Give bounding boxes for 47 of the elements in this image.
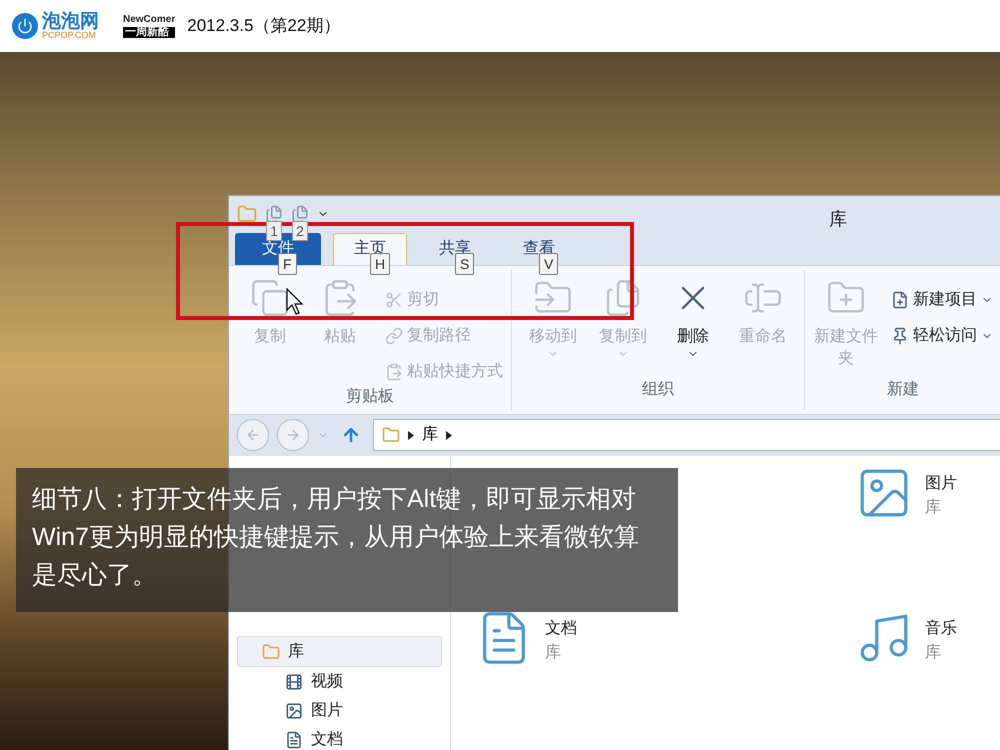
key-tip: 1 (266, 221, 282, 242)
back-button[interactable] (237, 419, 269, 452)
library-item[interactable]: 音乐 库 (855, 609, 1000, 691)
caption-text: 细节八：打开文件夹后，用户按下Alt键，即可显示相对Win7更为明显的快捷键提示，从用户体验上来看微软算是尽心了。 (16, 468, 678, 612)
ribbon-button[interactable]: 新建项目 (891, 286, 993, 313)
scissors-icon (385, 290, 403, 309)
document-icon (291, 205, 309, 224)
address-field[interactable]: 库 (373, 419, 1000, 452)
breadcrumb[interactable]: 库 (422, 423, 438, 448)
mouse-pointer-icon (286, 288, 304, 316)
key-tip: H (370, 252, 390, 275)
key-tip: V (539, 252, 558, 275)
folder-icon (262, 642, 280, 660)
navigation-item[interactable]: 文档 (237, 725, 442, 750)
pin-icon (891, 326, 909, 345)
folder-icon (382, 426, 400, 444)
site-name: 泡泡网 (42, 12, 99, 31)
navigation-item[interactable]: 视频 (237, 667, 442, 696)
site-domain: PCPOP.COM (42, 31, 97, 40)
ribbon-button[interactable]: 删除 (660, 274, 726, 378)
ribbon-group-label: 剪贴板 (345, 386, 395, 407)
key-tip: 2 (292, 221, 308, 242)
forward-button[interactable] (277, 419, 309, 452)
chevron-right-icon (408, 430, 414, 440)
library-item[interactable]: 图片 库 (855, 464, 1000, 546)
key-tip: S (455, 252, 474, 275)
copy-icon (250, 278, 290, 318)
key-tip: F (278, 252, 297, 275)
clipboard-icon (385, 362, 403, 381)
image-icon (285, 702, 303, 720)
document-icon (285, 730, 303, 748)
chevron-right-icon (446, 430, 452, 440)
folder-icon (237, 204, 257, 224)
window-title: 库 (829, 208, 847, 231)
ribbon-group-label: 组织 (641, 380, 675, 400)
link-icon (385, 326, 403, 345)
library-item[interactable]: 文档 库 (475, 609, 855, 691)
document-icon (265, 205, 283, 224)
logo-icon (12, 13, 38, 39)
column-brand: NewComer (123, 14, 176, 24)
film-icon (285, 672, 303, 690)
file-plus-icon (891, 290, 909, 309)
ribbon-group-label: 新建 (886, 380, 920, 400)
ribbon-button[interactable]: 轻松访问 (891, 322, 993, 349)
issue-date: 2012.3.5（第22期） (187, 15, 340, 38)
navigation-item[interactable]: 库 (237, 636, 442, 667)
navigation-item[interactable]: 图片 (237, 696, 442, 725)
